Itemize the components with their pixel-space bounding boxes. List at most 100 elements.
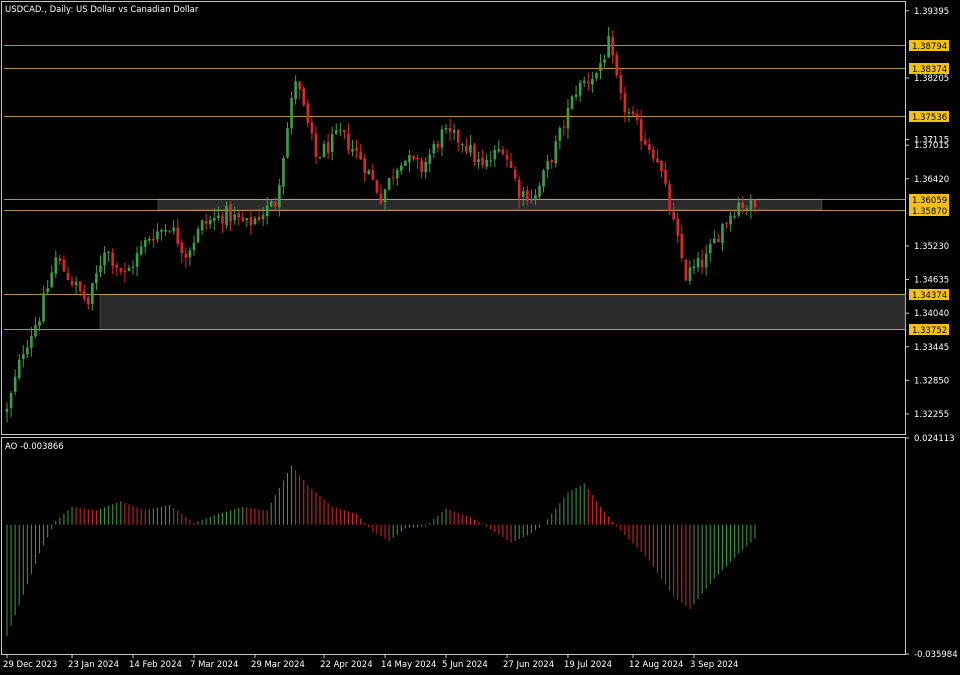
candle-body [558, 128, 562, 141]
candle-body [741, 202, 745, 209]
candle-body [416, 157, 419, 160]
candle-body [554, 141, 558, 164]
candle-body [290, 97, 293, 129]
candle-body [38, 321, 41, 326]
candle-body [245, 218, 249, 221]
level-tag-label: 1.35870 [912, 207, 947, 217]
candle-body [34, 325, 37, 337]
candle-body [713, 238, 716, 244]
candle-body [408, 155, 411, 163]
candle-body [213, 217, 216, 221]
ao-tick-label: -0.035984 [914, 650, 958, 660]
candle-body [221, 215, 224, 224]
candle-body [50, 272, 54, 288]
date-tick-label: 5 Jun 2024 [442, 660, 488, 670]
candle-body [700, 259, 704, 268]
candle-body [420, 160, 423, 172]
candle-body [253, 218, 257, 225]
candle-body [668, 184, 671, 211]
candle-body [123, 270, 127, 273]
date-tick-label: 23 Jan 2024 [68, 660, 119, 670]
candle-body [363, 158, 367, 174]
price-tick-label: 1.34040 [914, 309, 949, 319]
ao-axis-ticks: 0.024113 -0.035984 [905, 434, 958, 660]
candle-body [147, 238, 151, 241]
candle-body [460, 144, 464, 146]
candle-body [294, 81, 297, 100]
candle-body [21, 354, 25, 359]
candle-body [269, 201, 273, 207]
candle-body [204, 220, 208, 224]
candle-body [351, 149, 354, 152]
candle-body [611, 37, 614, 56]
candle-body [371, 170, 375, 180]
candle-body [562, 126, 566, 128]
price-tick-label: 1.38205 [914, 74, 949, 84]
level-tag-label: 1.37536 [912, 113, 947, 123]
price-tick-label: 1.34635 [914, 276, 949, 286]
candle-body [530, 198, 533, 201]
candle-body [574, 94, 578, 97]
candle-body [306, 103, 310, 123]
candle-body [737, 202, 740, 216]
level-tag-label: 1.38374 [912, 65, 947, 75]
date-tick-label: 3 Sep 2024 [690, 660, 738, 670]
candle-body [635, 113, 639, 120]
date-axis-ticks: 29 Dec 2023 23 Jan 2024 14 Feb 2024 7 Mar 2… [3, 654, 738, 670]
candle-body [745, 208, 749, 210]
candle-body [526, 190, 529, 202]
candle-body [509, 161, 513, 169]
candle-body [448, 127, 452, 132]
candle-body [168, 231, 171, 233]
candle-body [505, 154, 509, 160]
price-tick-label: 1.37015 [914, 141, 949, 151]
candle-body [46, 288, 49, 293]
candle-body [66, 272, 70, 281]
ao-tick-label: 0.024113 [914, 434, 955, 444]
candle-body [599, 63, 602, 71]
candle-body [704, 253, 708, 268]
candle-body [538, 185, 541, 197]
candle-body [164, 229, 167, 232]
candle-body [586, 81, 590, 84]
candle-body [684, 259, 688, 281]
candle-body [176, 227, 180, 244]
candle-body [692, 266, 696, 269]
candle-body [139, 246, 143, 255]
candle-body [440, 129, 444, 148]
date-tick-label: 7 Mar 2024 [190, 660, 238, 670]
candle-body [680, 233, 684, 259]
candle-body [749, 200, 753, 210]
candle-body [17, 359, 21, 378]
main-chart-frame [1, 1, 906, 435]
candle-body [375, 180, 379, 193]
candle-body [412, 156, 415, 159]
candle-body [9, 392, 13, 409]
candle-body [521, 191, 525, 198]
candle-body [156, 231, 159, 240]
candle-body [103, 252, 106, 266]
candle-body [172, 227, 175, 232]
candle-body [652, 149, 655, 159]
zone-band [99, 293, 906, 330]
candle-body [717, 238, 720, 242]
candle-body [217, 215, 220, 219]
candle-body [542, 170, 545, 187]
candle-body [517, 179, 521, 199]
date-tick-label: 29 Mar 2024 [251, 660, 305, 670]
ao-label: AO -0.003866 [5, 442, 64, 452]
candle-body [273, 201, 277, 207]
price-tick-label: 1.32850 [914, 376, 949, 386]
candle-body [729, 215, 732, 225]
candle-body [257, 216, 261, 221]
candle-body [582, 81, 586, 83]
candle-body [82, 290, 86, 300]
candle-body [753, 199, 757, 208]
candle-body [99, 265, 102, 273]
candle-body [74, 282, 78, 286]
candle-body [452, 130, 456, 133]
candle-body [95, 273, 98, 284]
candle-body [70, 280, 74, 286]
price-chart[interactable]: 1.393951.382051.371151.370151.364201.352… [0, 0, 960, 675]
candle-body [436, 143, 440, 148]
